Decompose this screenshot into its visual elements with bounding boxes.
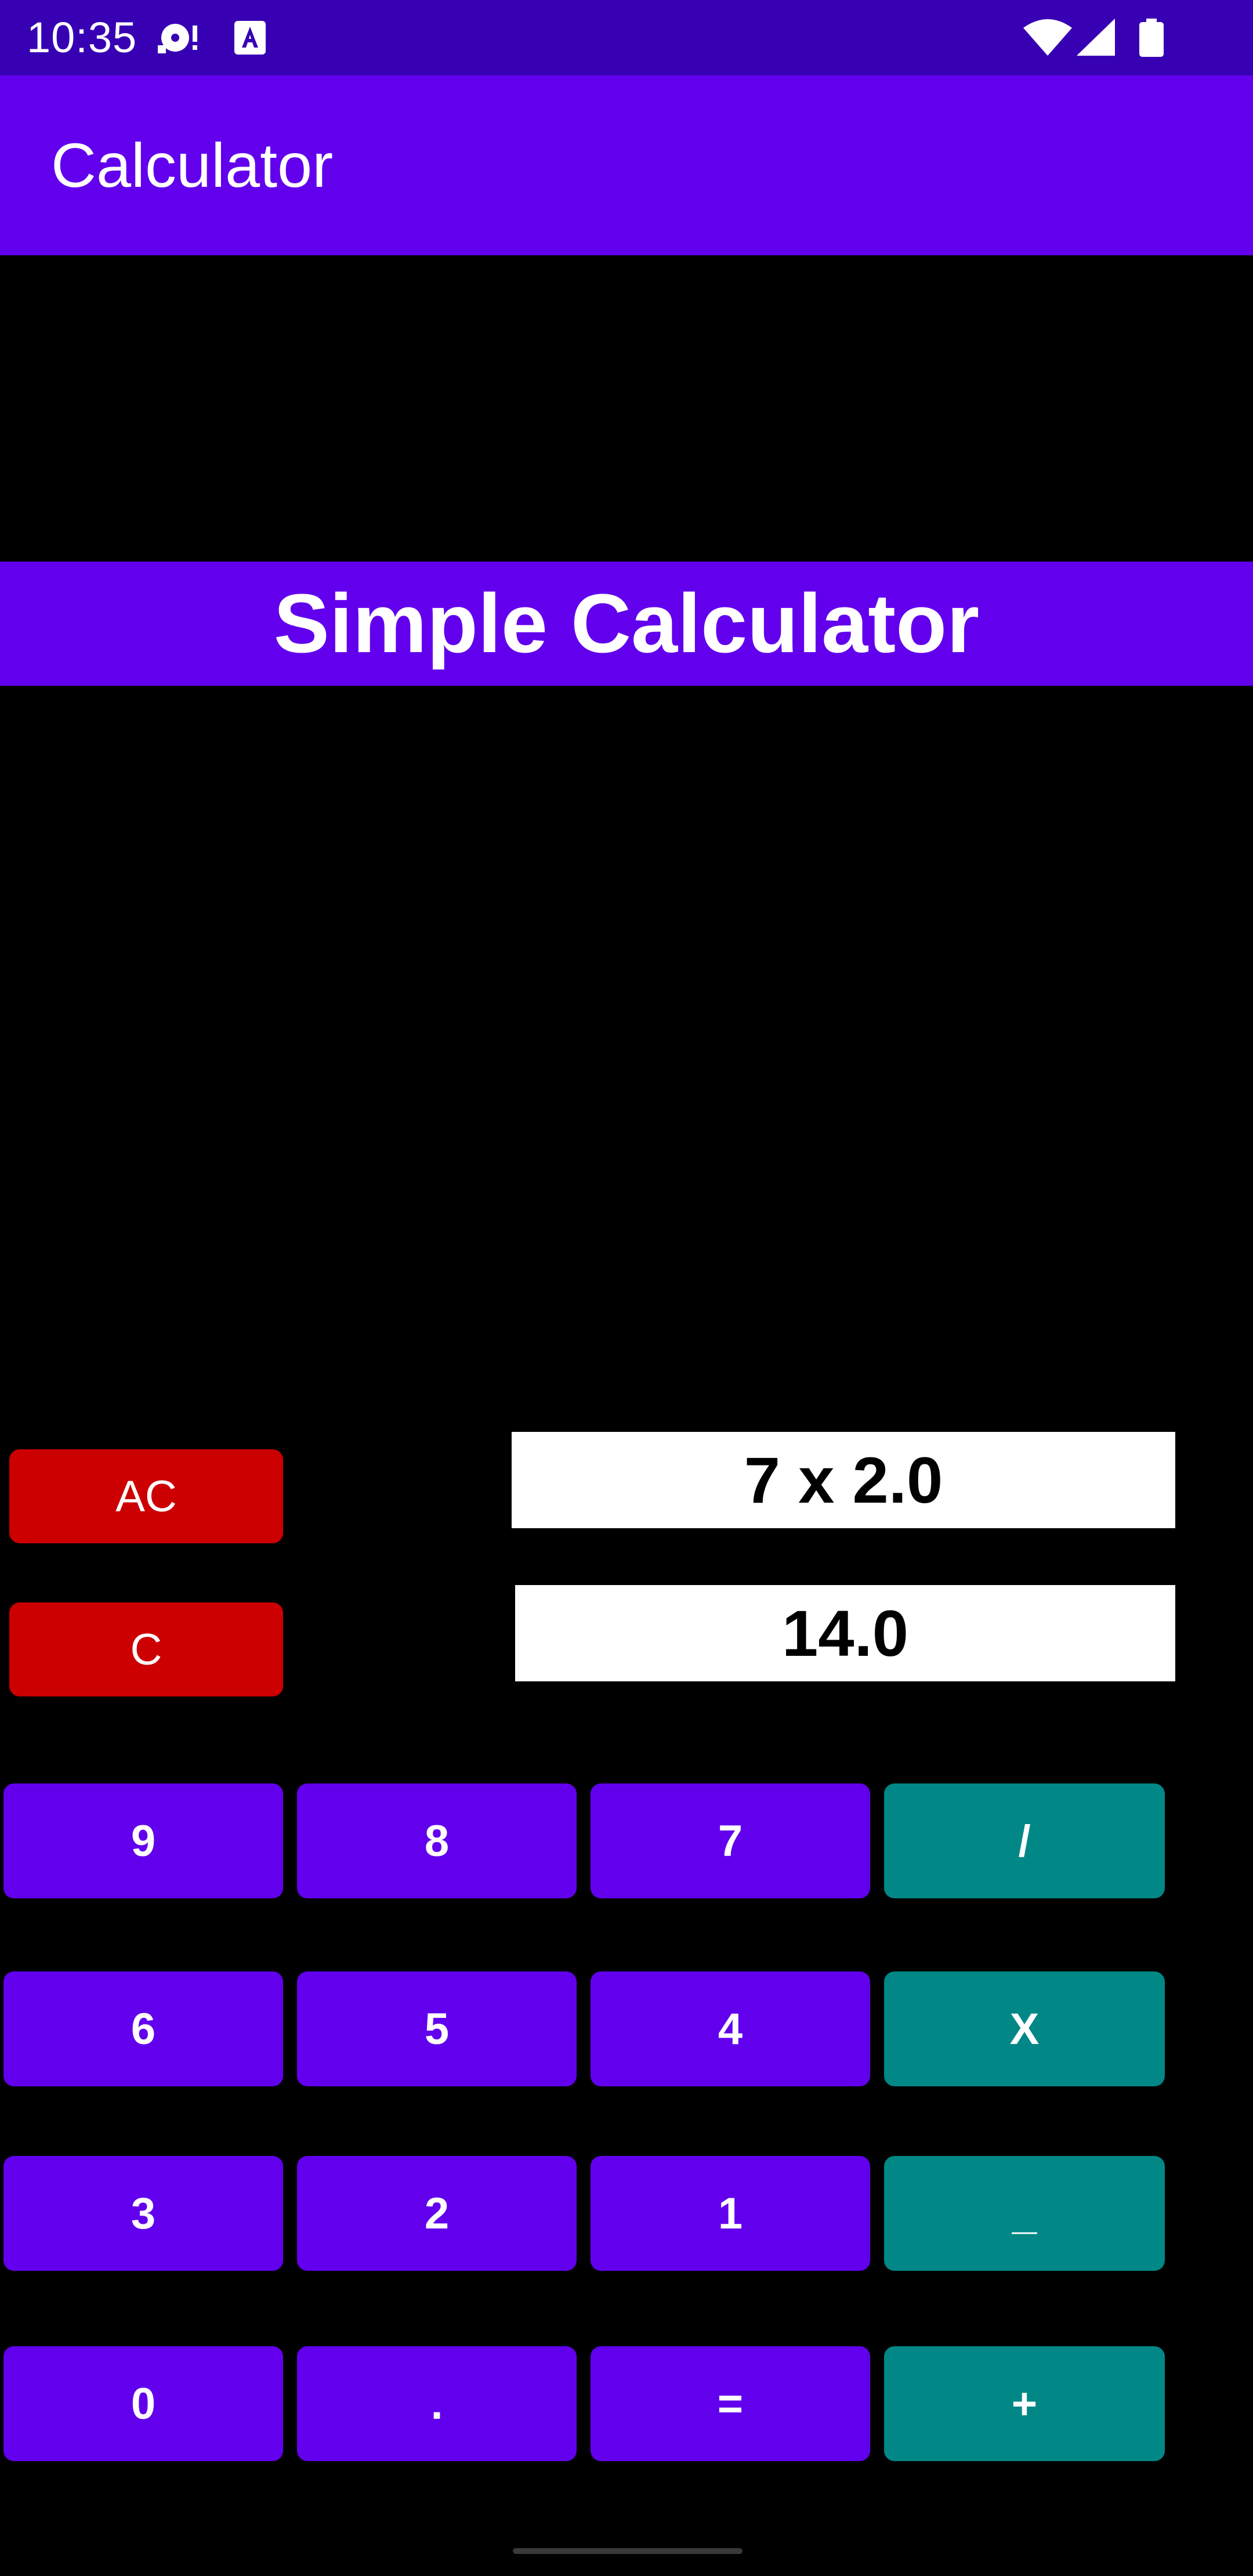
digit-6-button[interactable]: 6: [3, 1971, 283, 2086]
digit-0-button[interactable]: 0: [3, 2346, 283, 2461]
divide-button[interactable]: /: [884, 1783, 1165, 1898]
navigation-handle[interactable]: [513, 2548, 743, 2554]
digit-7-button[interactable]: 7: [591, 1783, 870, 1898]
calculator-screen: 10:35 Calculator Simple Calculator AC C …: [0, 0, 1253, 2576]
subtract-button[interactable]: _: [884, 2156, 1165, 2271]
heading-title: Simple Calculator: [273, 577, 980, 670]
digit-8-button[interactable]: 8: [297, 1783, 577, 1898]
cell-signal-icon: [1074, 17, 1117, 58]
result-display: 14.0: [515, 1585, 1175, 1681]
status-time: 10:35: [27, 13, 137, 61]
decimal-point-button[interactable]: .: [297, 2346, 577, 2461]
accessibility-a-icon: [233, 17, 267, 58]
equals-button[interactable]: =: [591, 2346, 870, 2461]
multiply-button[interactable]: X: [884, 1971, 1165, 2086]
digit-4-button[interactable]: 4: [591, 1971, 870, 2086]
clear-button[interactable]: C: [9, 1602, 283, 1696]
status-bar: 10:35: [0, 0, 1253, 75]
wifi-icon: [1022, 17, 1073, 58]
digit-3-button[interactable]: 3: [3, 2156, 283, 2271]
add-button[interactable]: +: [884, 2346, 1165, 2461]
digit-5-button[interactable]: 5: [297, 1971, 577, 2086]
digit-1-button[interactable]: 1: [591, 2156, 870, 2271]
heading-banner: Simple Calculator: [0, 562, 1253, 686]
app-bar: Calculator: [0, 75, 1253, 255]
all-clear-button[interactable]: AC: [9, 1449, 283, 1543]
digit-2-button[interactable]: 2: [297, 2156, 577, 2271]
battery-icon: [1138, 17, 1165, 58]
expression-display: 7 x 2.0: [512, 1432, 1175, 1528]
media-icon: [157, 17, 202, 58]
app-title: Calculator: [51, 130, 334, 200]
digit-9-button[interactable]: 9: [3, 1783, 283, 1898]
